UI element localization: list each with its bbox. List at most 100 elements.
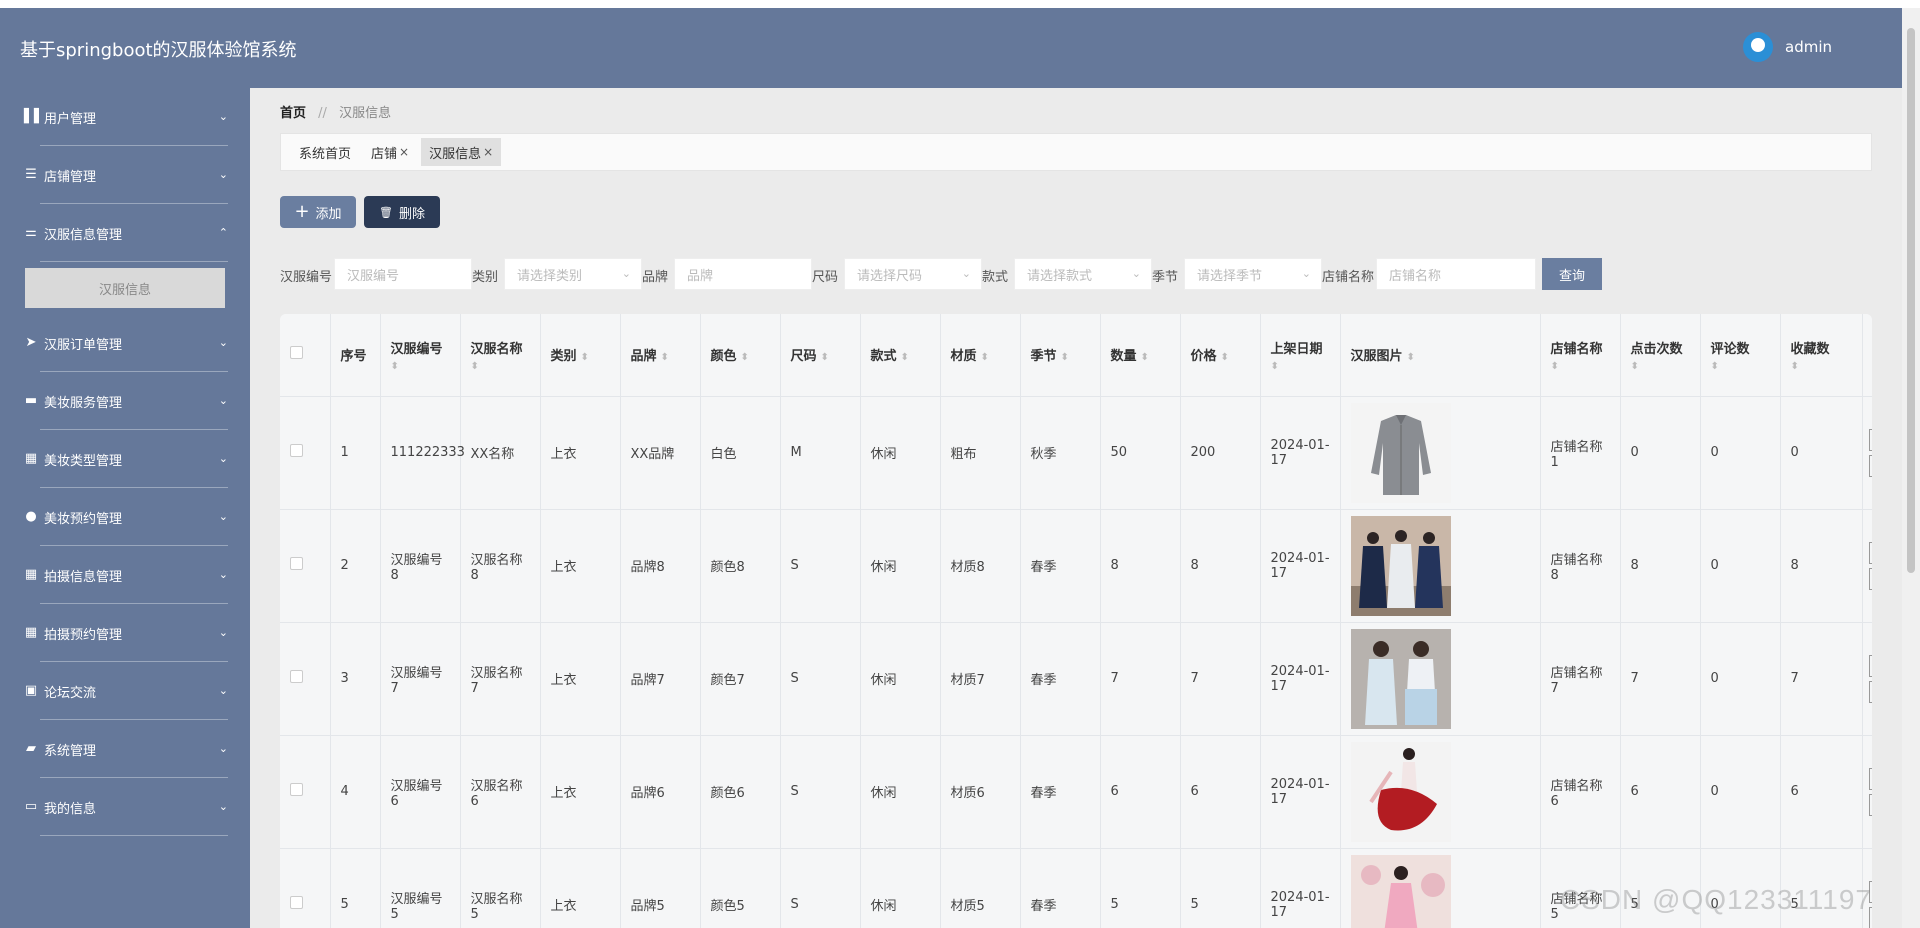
row-checkbox[interactable] [290,783,303,796]
column-header[interactable]: 序号 [330,314,381,397]
sidebar-item[interactable]: ▬ 美妆服务管理 ⌄ [0,372,250,430]
sidebar-item[interactable]: ⚌ 汉服信息管理 ⌃ [0,204,250,262]
sort-icon[interactable]: ⬍ [1791,361,1852,372]
column-header[interactable]: 尺码 ⬍ [780,314,861,397]
style-select[interactable]: 请选择款式 ⌄ [1014,258,1152,290]
size-select[interactable]: 请选择尺码 ⌄ [844,258,982,290]
sort-icon[interactable]: ⬍ [581,352,589,363]
select-all-checkbox[interactable] [290,346,303,360]
breadcrumb-home[interactable]: 首页 [280,106,306,121]
sort-icon[interactable]: ⬍ [661,352,669,363]
column-header[interactable]: 上架日期 ⬍ [1260,314,1341,397]
column-header[interactable]: 款式 ⬍ [860,314,941,397]
brand-filter-input[interactable]: 品牌 [674,258,812,290]
cell-value: 1 [340,445,349,460]
column-header[interactable]: 颜色 ⬍ [700,314,781,397]
sidebar-item[interactable]: ➤ 汉服订单管理 ⌄ [0,314,250,372]
row-checkbox[interactable] [290,557,303,570]
sort-icon[interactable]: ⬍ [471,361,530,372]
cell-cat: 上衣 [540,735,621,849]
close-icon[interactable]: × [399,145,409,159]
sidebar-item[interactable]: ▰ 系统管理 ⌄ [0,720,250,778]
column-header[interactable]: 点击次数 ⬍ [1620,314,1701,397]
sort-icon[interactable]: ⬍ [1407,352,1415,363]
delete-button[interactable]: 🗑 删除 [364,196,440,228]
cell-brand: 品牌5 [620,848,701,928]
sort-icon[interactable]: ⬍ [391,361,450,372]
sidebar-item[interactable]: ▌▌ 用户管理 ⌄ [0,88,250,146]
season-select[interactable]: 请选择季节 ⌄ [1184,258,1322,290]
sidebar-item[interactable]: ▦ 美妆类型管理 ⌄ [0,430,250,488]
row-action-button[interactable] [1868,767,1872,790]
sidebar-subitem-hanfu-info[interactable]: 汉服信息 [25,268,225,308]
row-checkbox[interactable] [290,670,303,683]
cell-value: 50 [1110,445,1128,460]
column-header[interactable]: 类别 ⬍ [540,314,621,397]
cell-brand: 品牌8 [620,509,701,623]
sort-icon[interactable]: ⬍ [901,352,909,363]
tab-hanfu-info[interactable]: 汉服信息 × [421,138,502,166]
table-row[interactable]: 1 111222333 XX名称 上衣 XX品牌 白色 M 休闲 粗布 秋季 50 200 2024-0… [280,396,1872,510]
column-header[interactable]: 汉服编号 ⬍ [380,314,461,397]
hanfu-image[interactable] [1351,742,1451,842]
sidebar-item[interactable]: ▦ 拍摄信息管理 ⌄ [0,546,250,604]
chevron-down-icon: ⌄ [218,336,228,349]
close-icon[interactable]: × [483,145,493,159]
row-action-button[interactable] [1868,654,1872,677]
row-action-button[interactable] [1868,428,1872,451]
sidebar-item[interactable]: ● 美妆预约管理 ⌄ [0,488,250,546]
sort-icon[interactable]: ⬍ [1271,361,1330,372]
query-button[interactable]: 查询 [1542,258,1602,290]
sort-icon[interactable]: ⬍ [1141,352,1149,363]
sort-icon[interactable]: ⬍ [741,352,749,363]
sort-icon[interactable]: ⬍ [1711,361,1770,372]
row-checkbox[interactable] [290,444,303,457]
add-button[interactable]: + 添加 [280,196,356,228]
column-header[interactable]: 汉服图片 ⬍ [1340,314,1541,397]
column-header[interactable]: 数量 ⬍ [1100,314,1181,397]
sort-icon[interactable]: ⬍ [1551,361,1610,372]
row-action-button[interactable] [1868,541,1872,564]
shop-filter-input[interactable]: 店铺名称 [1376,258,1536,290]
column-header[interactable]: 价格 ⬍ [1180,314,1261,397]
sort-icon[interactable]: ⬍ [1631,361,1690,372]
sort-icon[interactable]: ⬍ [981,352,989,363]
column-header[interactable]: 季节 ⬍ [1020,314,1101,397]
column-header[interactable]: 店铺名称 ⬍ [1540,314,1621,397]
row-action-button[interactable] [1868,567,1872,590]
sidebar-item[interactable]: ▭ 我的信息 ⌄ [0,778,250,836]
cell-value: 6 [1790,784,1799,799]
table-row[interactable]: 2 汉服编号8 汉服名称8 上衣 品牌8 颜色8 S 休闲 材质8 春季 8 8 2024-01-17 店… [280,509,1872,623]
column-header[interactable]: 汉服名称 ⬍ [460,314,541,397]
column-header[interactable]: 品牌 ⬍ [620,314,701,397]
scrollbar-thumb[interactable] [1907,28,1915,573]
tab-shop[interactable]: 店铺 × [363,138,417,166]
table-row[interactable]: 3 汉服编号7 汉服名称7 上衣 品牌7 颜色7 S 休闲 材质7 春季 7 7 2024-01-17 店… [280,622,1872,736]
avatar[interactable] [1743,32,1773,62]
column-header[interactable]: 评论数 ⬍ [1700,314,1781,397]
page-scrollbar[interactable] [1902,8,1920,928]
sidebar-item[interactable]: ▣ 论坛交流 ⌄ [0,662,250,720]
sidebar-item[interactable]: ☰ 店铺管理 ⌄ [0,146,250,204]
hanfu-image[interactable] [1351,629,1451,729]
cell-code: 汉服编号5 [380,848,461,928]
column-header[interactable]: 材质 ⬍ [940,314,1021,397]
category-select[interactable]: 请选择类别 ⌄ [504,258,642,290]
row-checkbox[interactable] [290,896,303,909]
table-row[interactable]: 4 汉服编号6 汉服名称6 上衣 品牌6 颜色6 S 休闲 材质6 春季 6 6 2024-01-17 店… [280,735,1872,849]
row-action-button[interactable] [1868,454,1872,477]
username[interactable]: admin [1785,38,1832,56]
sort-icon[interactable]: ⬍ [821,352,829,363]
tab-home[interactable]: 系统首页 [291,138,359,166]
user-menu[interactable]: admin [1743,32,1832,62]
hanfu-image[interactable] [1351,855,1451,928]
column-header[interactable]: 收藏数 ⬍ [1780,314,1863,397]
sidebar-item[interactable]: ▦ 拍摄预约管理 ⌄ [0,604,250,662]
sort-icon[interactable]: ⬍ [1221,352,1229,363]
hanfu-image[interactable] [1351,516,1451,616]
hanfu-image[interactable] [1351,403,1451,503]
code-filter-input[interactable]: 汉服编号 [334,258,472,290]
row-action-button[interactable] [1868,680,1872,703]
row-action-button[interactable] [1868,793,1872,816]
sort-icon[interactable]: ⬍ [1061,352,1069,363]
